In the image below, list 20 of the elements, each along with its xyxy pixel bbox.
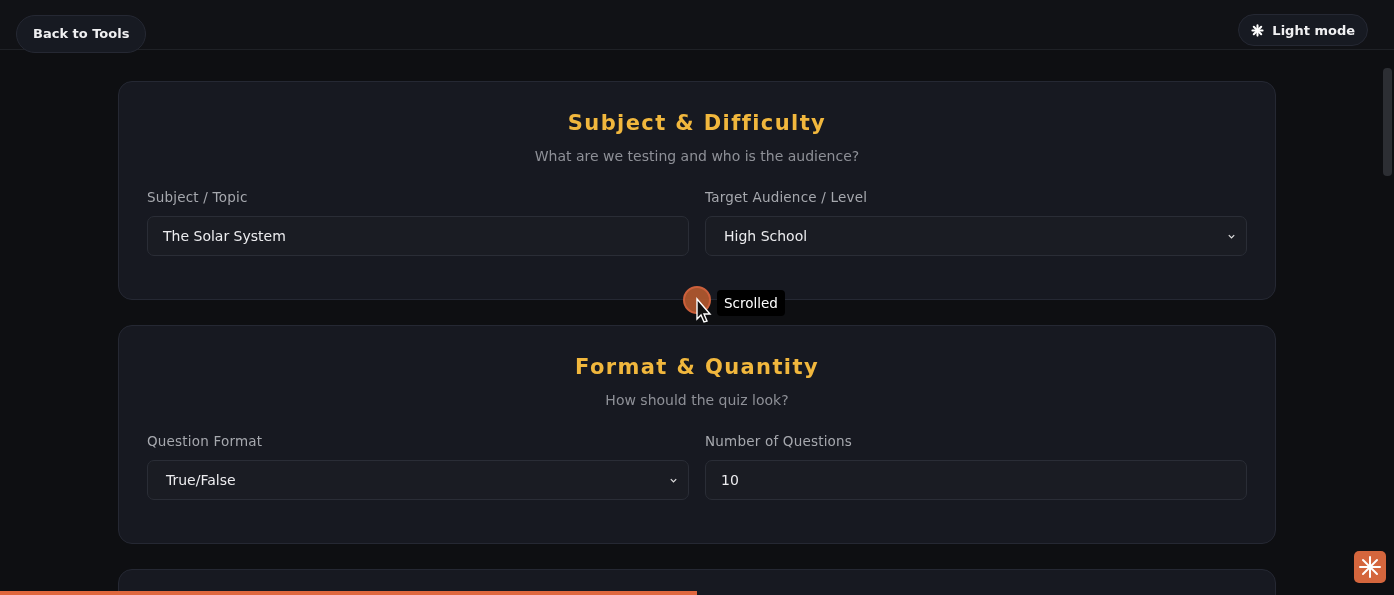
section-subtitle: How should the quiz look? [605, 392, 789, 408]
back-button[interactable]: Back to Tools [16, 14, 147, 53]
sun-icon [1251, 23, 1265, 37]
tooltip: Scrolled [717, 290, 785, 316]
dropdown[interactable]: High School [705, 216, 1247, 256]
input-field[interactable]: 10 [705, 460, 1247, 500]
field-label: Target Audience / Level [705, 189, 869, 205]
sparkle-icon [1358, 555, 1382, 579]
cursor-icon [682, 286, 712, 324]
field-label: Number of Questions [705, 433, 854, 449]
scrollbar-thumb[interactable] [1383, 68, 1392, 176]
field-label: Question Format [147, 433, 264, 449]
input-field[interactable]: The Solar System [147, 216, 689, 256]
theme-toggle-button[interactable]: Light mode [1238, 14, 1368, 46]
field-label: Subject / Topic [147, 189, 249, 205]
section-subtitle: What are we testing and who is the audience? [534, 148, 860, 164]
sparkle-button[interactable] [1354, 551, 1386, 583]
section-title: Format & Quantity [575, 355, 819, 379]
dropdown[interactable]: True/False [147, 460, 689, 500]
section-title: Subject & Difficulty [567, 111, 827, 135]
